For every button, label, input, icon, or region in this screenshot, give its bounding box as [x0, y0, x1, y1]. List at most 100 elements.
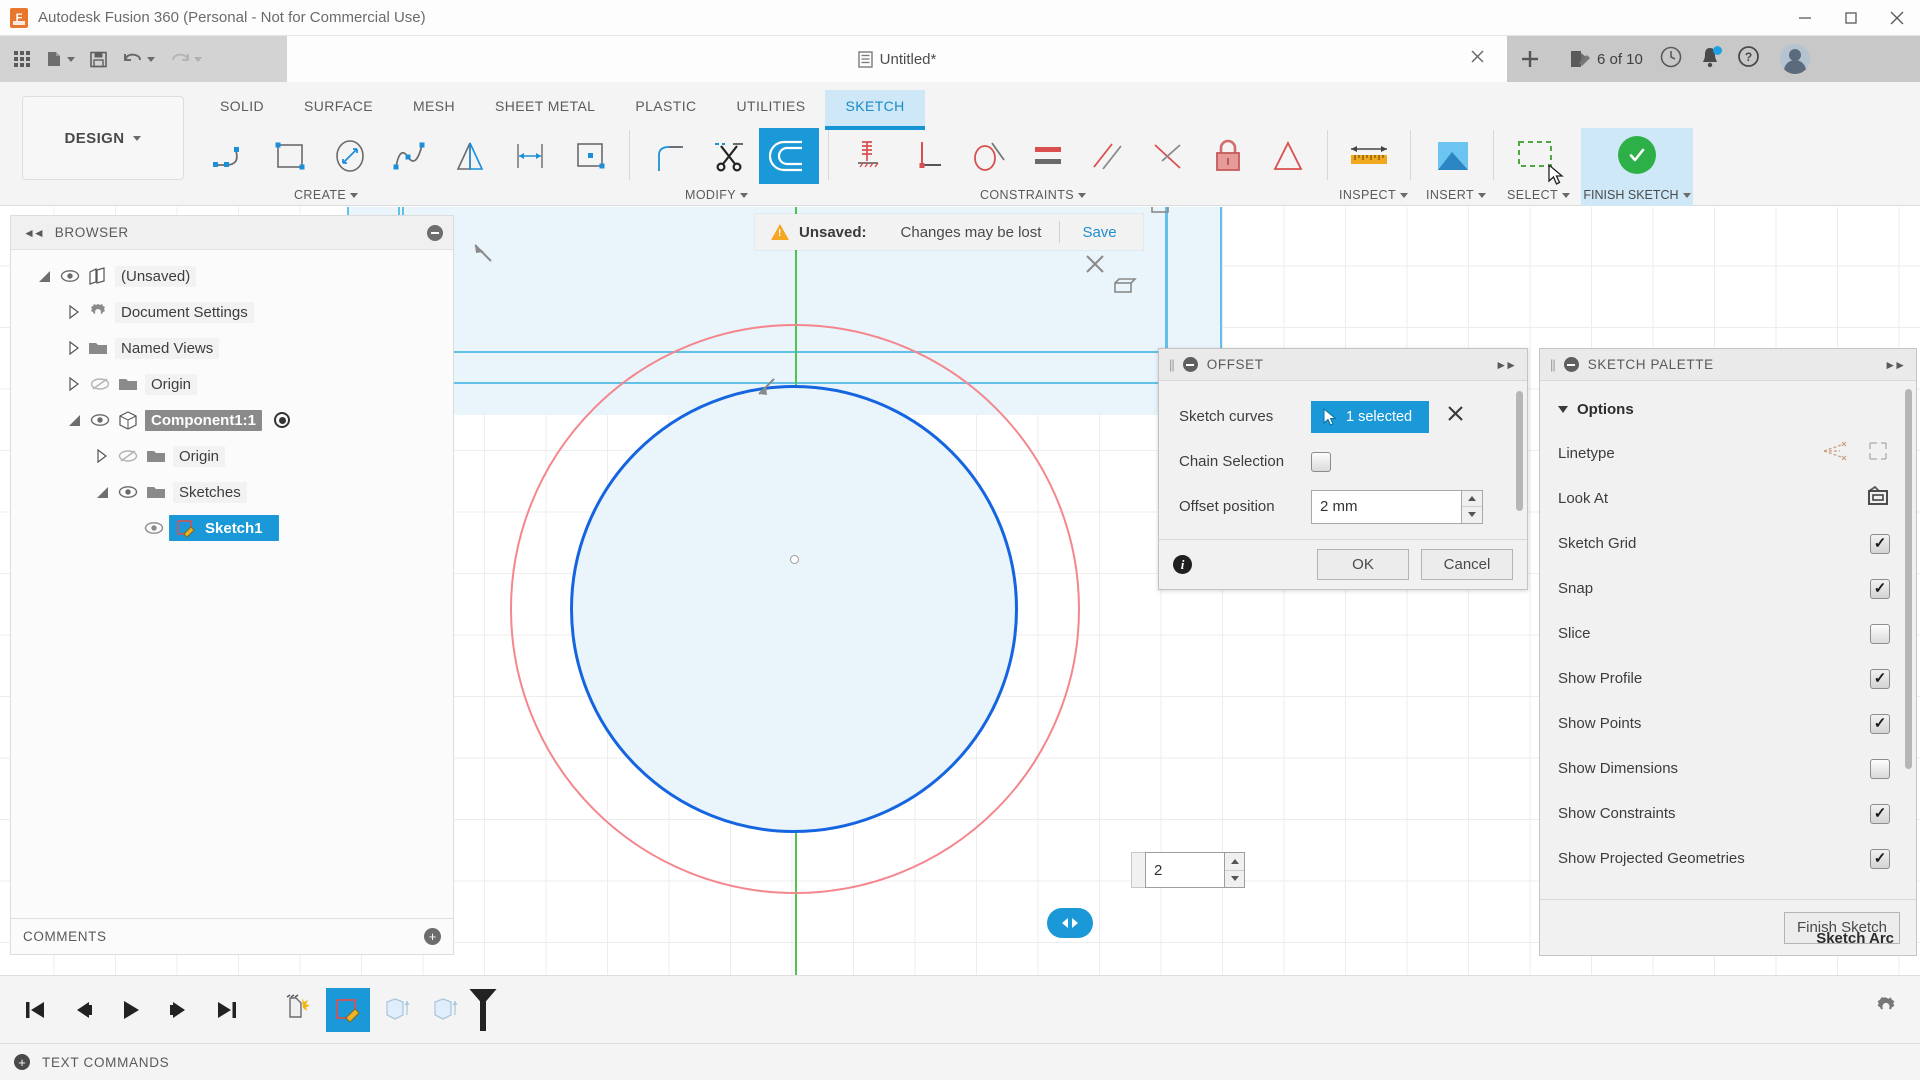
- snap-checkbox[interactable]: ✓: [1870, 579, 1890, 599]
- drag-grip-icon[interactable]: ||: [1169, 357, 1174, 372]
- maximize-icon[interactable]: [1828, 0, 1874, 36]
- document-tab[interactable]: Untitled*: [287, 36, 1507, 82]
- cancel-button[interactable]: Cancel: [1421, 549, 1513, 580]
- minus-circle-icon[interactable]: [1183, 357, 1198, 372]
- midpoint-constraint-icon[interactable]: [1138, 128, 1198, 184]
- equal-constraint-icon[interactable]: [1018, 128, 1078, 184]
- text-commands-bar[interactable]: + TEXT COMMANDS: [0, 1043, 1920, 1080]
- perpendicular-constraint-icon[interactable]: [898, 128, 958, 184]
- expander-open-icon[interactable]: [33, 271, 55, 282]
- stepper-down-icon[interactable]: [1225, 871, 1244, 888]
- offset-position-stepper[interactable]: [1461, 490, 1483, 524]
- visibility-hidden-icon[interactable]: [85, 377, 115, 392]
- visibility-hidden-icon[interactable]: [113, 449, 143, 464]
- tree-item-document-settings[interactable]: Document Settings: [11, 294, 453, 330]
- ribbon-group-label-inspect[interactable]: INSPECT: [1339, 188, 1408, 202]
- new-tab-icon[interactable]: [1507, 36, 1553, 82]
- expander-closed-icon[interactable]: [63, 305, 85, 319]
- show-constraints-checkbox[interactable]: ✓: [1870, 804, 1890, 824]
- extrude2-feature-icon[interactable]: [422, 988, 466, 1032]
- tree-item-origin-component[interactable]: Origin: [11, 438, 453, 474]
- jump-end-icon[interactable]: [210, 993, 244, 1027]
- tab-plastic[interactable]: PLASTIC: [615, 90, 716, 126]
- constraint-glyph-fix-2[interactable]: [1149, 207, 1173, 224]
- trim-scissors-icon[interactable]: [699, 128, 759, 184]
- sketch-circle[interactable]: [570, 385, 1018, 833]
- plus-circle-icon[interactable]: +: [424, 928, 441, 945]
- ribbon-group-label-insert[interactable]: INSERT: [1426, 188, 1486, 202]
- show-points-checkbox[interactable]: ✓: [1870, 714, 1890, 734]
- spline-icon[interactable]: [380, 128, 440, 184]
- extrude-feature-icon[interactable]: [374, 988, 418, 1032]
- sketch-curves-selection[interactable]: 1 selected: [1311, 401, 1429, 433]
- finish-sketch-button[interactable]: FINISH SKETCH: [1581, 128, 1693, 206]
- tree-item-sketches[interactable]: Sketches: [11, 474, 453, 510]
- timeline-marker-icon[interactable]: [480, 989, 486, 1031]
- offset-inline-stepper[interactable]: [1225, 852, 1245, 888]
- trial-status[interactable]: 6 of 10: [1569, 49, 1643, 69]
- redo-icon[interactable]: [163, 41, 208, 77]
- tree-item-sketch1[interactable]: Sketch1: [11, 510, 453, 546]
- chain-selection-checkbox[interactable]: [1311, 452, 1331, 472]
- palette-section-options[interactable]: Options: [1540, 387, 1916, 431]
- ribbon-group-label-select[interactable]: SELECT: [1507, 188, 1570, 202]
- undo-icon[interactable]: [116, 41, 161, 77]
- avatar[interactable]: [1780, 44, 1810, 74]
- offset-icon[interactable]: [759, 128, 819, 184]
- workspace-switcher[interactable]: DESIGN: [22, 96, 184, 180]
- circle-center-point[interactable]: [790, 555, 799, 564]
- expander-open-icon[interactable]: [91, 487, 113, 498]
- expander-closed-icon[interactable]: [63, 341, 85, 355]
- offset-inline-input-group[interactable]: 2: [1131, 852, 1245, 888]
- fix-unfix-constraint-icon[interactable]: [1198, 128, 1258, 184]
- show-profile-checkbox[interactable]: ✓: [1870, 669, 1890, 689]
- tree-item-named-views[interactable]: Named Views: [11, 330, 453, 366]
- tree-item-component1[interactable]: Component1:1: [11, 402, 453, 438]
- ribbon-group-label-modify[interactable]: MODIFY: [685, 188, 748, 202]
- clock-icon[interactable]: [1659, 45, 1683, 74]
- tab-close-icon[interactable]: [1470, 49, 1485, 69]
- expander-closed-icon[interactable]: [91, 449, 113, 463]
- visibility-eye-icon[interactable]: [113, 485, 143, 499]
- ok-button[interactable]: OK: [1317, 549, 1409, 580]
- palette-scrollbar[interactable]: [1905, 389, 1912, 769]
- look-at-camera-icon[interactable]: [1865, 485, 1890, 512]
- save-link[interactable]: Save: [1082, 224, 1116, 241]
- tab-utilities[interactable]: UTILITIES: [717, 90, 826, 126]
- tab-mesh[interactable]: MESH: [393, 90, 475, 126]
- constraint-glyph-coincident-1[interactable]: [472, 242, 498, 273]
- offset-inline-input[interactable]: 2: [1145, 852, 1225, 888]
- sketch-feature-icon[interactable]: [326, 988, 370, 1032]
- info-icon[interactable]: i: [1173, 555, 1192, 574]
- offset-position-input[interactable]: 2 mm: [1311, 490, 1461, 524]
- close-icon[interactable]: [1874, 0, 1920, 36]
- app-grid-icon[interactable]: [8, 41, 36, 77]
- drag-grip-icon[interactable]: ||: [1550, 357, 1555, 372]
- visibility-eye-icon[interactable]: [139, 521, 169, 535]
- stepper-up-icon[interactable]: [1462, 491, 1482, 508]
- polygon-icon[interactable]: [440, 128, 500, 184]
- constraint-glyph-perpendicular[interactable]: [1083, 252, 1109, 283]
- tab-sheet-metal[interactable]: SHEET METAL: [475, 90, 615, 126]
- new-document-icon[interactable]: [38, 41, 81, 77]
- tab-surface[interactable]: SURFACE: [284, 90, 393, 126]
- activate-component-radio[interactable]: [274, 412, 290, 428]
- select-window-icon[interactable]: [1503, 128, 1567, 184]
- rectangular-pattern-icon[interactable]: [560, 128, 620, 184]
- insert-image-icon[interactable]: [1420, 128, 1484, 184]
- gear-icon[interactable]: [1874, 995, 1898, 1024]
- show-dimensions-checkbox[interactable]: [1870, 759, 1890, 779]
- line-icon[interactable]: [200, 128, 260, 184]
- bell-icon[interactable]: [1699, 45, 1721, 74]
- expand-circle-icon[interactable]: +: [14, 1054, 30, 1070]
- measure-icon[interactable]: [1337, 128, 1401, 184]
- clear-selection-icon[interactable]: [1447, 405, 1464, 428]
- tree-item-origin-root[interactable]: Origin: [11, 366, 453, 402]
- minus-circle-icon[interactable]: [427, 225, 443, 241]
- expander-closed-icon[interactable]: [63, 377, 85, 391]
- save-icon[interactable]: [83, 41, 114, 77]
- drag-grip-icon[interactable]: [1131, 852, 1145, 888]
- play-icon[interactable]: [114, 993, 148, 1027]
- stepper-up-icon[interactable]: [1225, 853, 1244, 871]
- comments-bar[interactable]: COMMENTS +: [11, 918, 453, 954]
